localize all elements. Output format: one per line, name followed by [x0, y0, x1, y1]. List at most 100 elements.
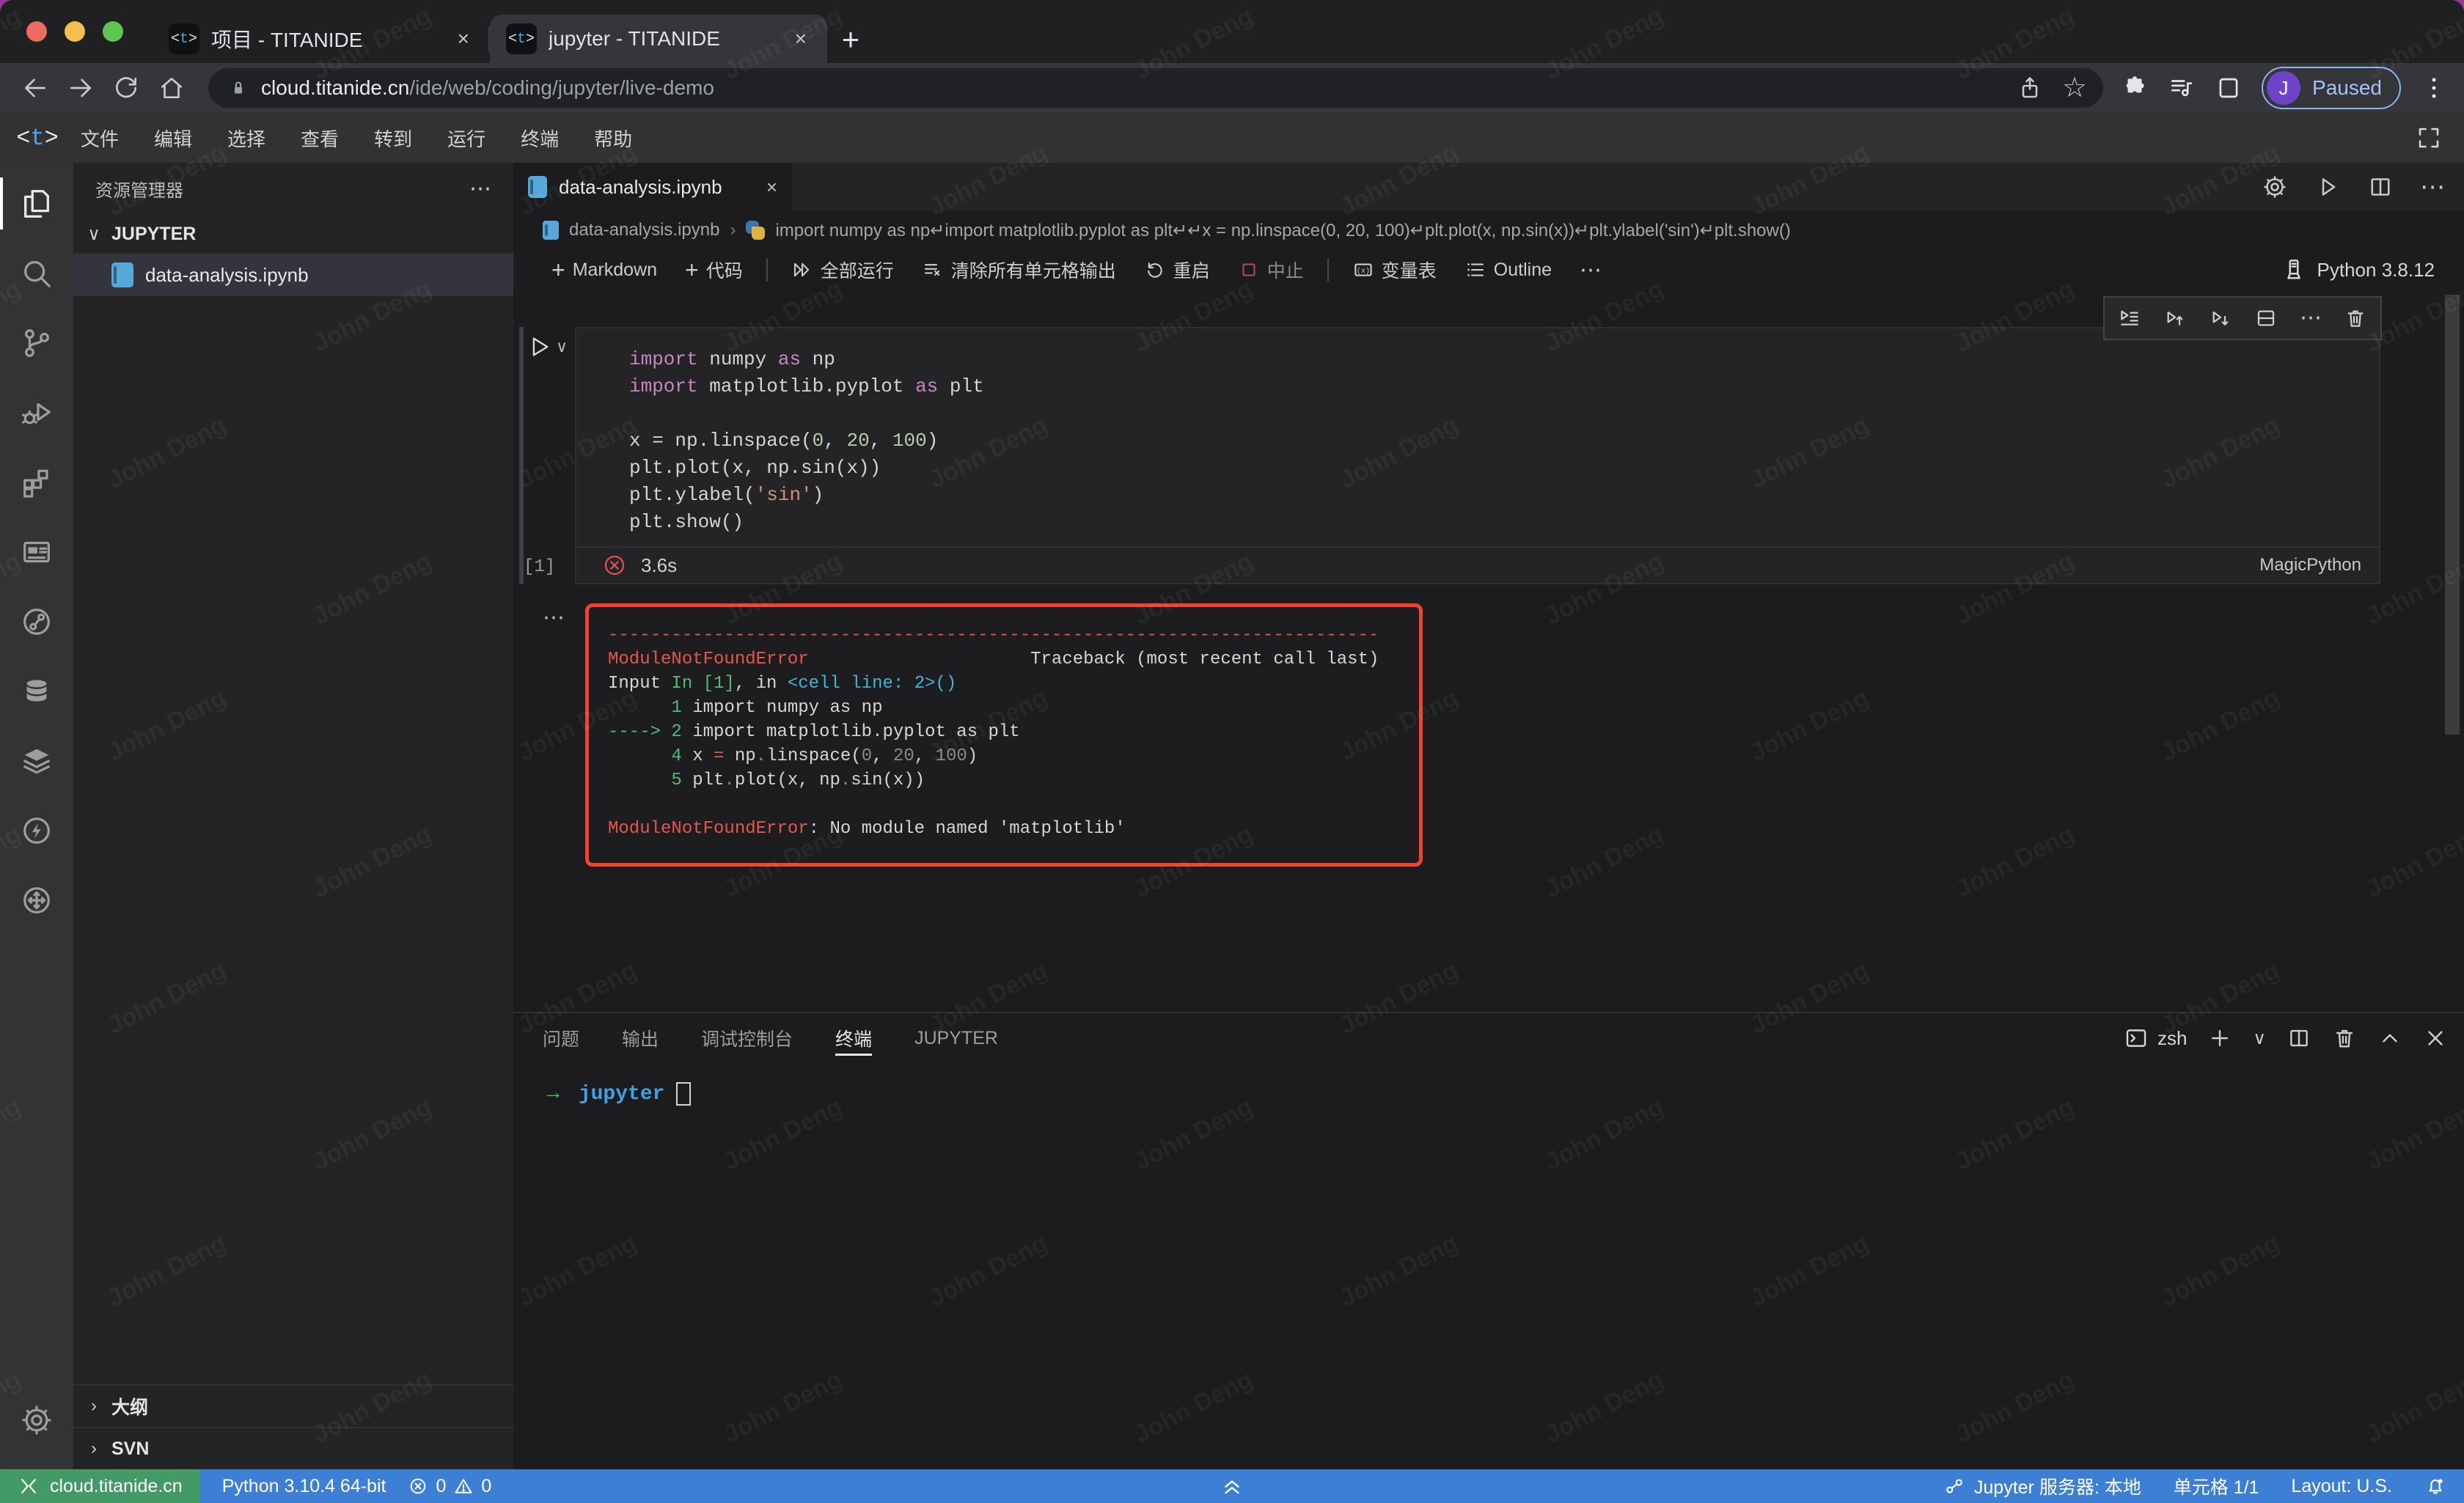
- add-code-button[interactable]: +代码: [676, 254, 752, 286]
- secure-lock-icon[interactable]: [227, 77, 249, 99]
- breadcrumb-cell-content[interactable]: import numpy as np↵import matplotlib.pyp…: [775, 220, 1790, 241]
- share-icon[interactable]: [2017, 75, 2043, 101]
- browser-tab-jupyter[interactable]: <t> jupyter - TITANIDE ×: [490, 15, 827, 63]
- delete-cell-icon[interactable]: [2344, 306, 2367, 330]
- editor-more-icon[interactable]: ⋯: [2420, 172, 2445, 202]
- clear-outputs-button[interactable]: 清除所有单元格输出: [913, 254, 1125, 286]
- side-panel-icon[interactable]: [2215, 74, 2243, 102]
- panel-tab-3[interactable]: 终端: [835, 1013, 872, 1063]
- remote-window-icon[interactable]: [0, 517, 73, 587]
- cell-more-icon[interactable]: ⋯: [2300, 306, 2322, 330]
- reload-button[interactable]: [107, 69, 145, 107]
- maximize-panel-icon[interactable]: [2377, 1026, 2402, 1051]
- panel-tab-1[interactable]: 输出: [622, 1013, 659, 1063]
- menu-item-3[interactable]: 查看: [283, 113, 356, 163]
- execute-below-icon[interactable]: [2209, 306, 2232, 330]
- sidebar-item-notebook[interactable]: data-analysis.ipynb: [73, 254, 513, 296]
- python-version-status[interactable]: Python 3.10.4 64-bit: [222, 1476, 386, 1497]
- terminal-shell-badge[interactable]: zsh: [2124, 1026, 2187, 1051]
- forward-button[interactable]: [62, 69, 100, 107]
- jupyter-server-status[interactable]: Jupyter 服务器: 本地: [1943, 1473, 2141, 1499]
- address-bar[interactable]: cloud.titanide.cn/ide/web/coding/jupyter…: [208, 68, 2103, 108]
- split-terminal-icon[interactable]: [2287, 1026, 2311, 1051]
- run-all-button[interactable]: 全部运行: [782, 254, 903, 286]
- run-debug-icon[interactable]: [0, 378, 73, 447]
- menu-item-4[interactable]: 转到: [356, 113, 430, 163]
- panel-tab-2[interactable]: 调试控制台: [701, 1013, 793, 1063]
- back-button[interactable]: [16, 69, 54, 107]
- browser-tab-project[interactable]: <t> 项目 - TITANIDE ×: [153, 15, 490, 63]
- explorer-icon[interactable]: [0, 169, 73, 238]
- close-tab-icon[interactable]: ×: [791, 27, 811, 51]
- notifications-bell-icon[interactable]: [2424, 1475, 2446, 1497]
- kernel-picker[interactable]: Python 3.8.12: [2281, 257, 2464, 283]
- menu-item-0[interactable]: 文件: [63, 113, 136, 163]
- media-controls-icon[interactable]: [2168, 74, 2196, 102]
- cell-language-label[interactable]: MagicPython: [2259, 555, 2361, 576]
- run-editor-icon[interactable]: [2314, 174, 2341, 200]
- power-icon[interactable]: [0, 795, 73, 865]
- minimize-window-button[interactable]: [65, 21, 85, 42]
- menu-item-6[interactable]: 终端: [503, 113, 576, 163]
- home-button[interactable]: [153, 69, 191, 107]
- new-terminal-icon[interactable]: [2207, 1026, 2232, 1051]
- profile-button[interactable]: J Paused: [2262, 67, 2401, 109]
- close-tab-icon[interactable]: ×: [453, 27, 474, 51]
- close-window-button[interactable]: [26, 21, 47, 42]
- cell-code[interactable]: import numpy as npimport matplotlib.pypl…: [576, 328, 2379, 546]
- sidebar-section-jupyter[interactable]: ∨ JUPYTER: [73, 214, 513, 254]
- menu-item-1[interactable]: 编辑: [136, 113, 210, 163]
- terminal-dropdown-icon[interactable]: ∨: [2253, 1028, 2266, 1049]
- new-tab-button[interactable]: +: [827, 16, 874, 63]
- menu-item-2[interactable]: 选择: [210, 113, 283, 163]
- menu-item-5[interactable]: 运行: [430, 113, 503, 163]
- variables-button[interactable]: (x)变量表: [1343, 254, 1445, 286]
- output-more-icon[interactable]: ⋯: [543, 605, 565, 631]
- extensions-icon[interactable]: [0, 447, 73, 517]
- database-icon[interactable]: [0, 656, 73, 726]
- outline-button[interactable]: Outline: [1456, 254, 1561, 286]
- close-panel-icon[interactable]: [2423, 1026, 2448, 1051]
- browser-menu-icon[interactable]: [2420, 74, 2448, 102]
- terminal-prompt-line[interactable]: → jupyter: [513, 1063, 2464, 1106]
- live-share-icon[interactable]: [0, 587, 73, 656]
- restore-panel-chevrons-icon[interactable]: [1220, 1469, 1244, 1503]
- notebook-settings-gear-icon[interactable]: [2262, 174, 2288, 200]
- run-cell-button[interactable]: ∨: [527, 334, 568, 359]
- navigation-icon[interactable]: [0, 865, 73, 935]
- layers-icon[interactable]: [0, 726, 73, 795]
- problems-status[interactable]: 0 0: [408, 1476, 491, 1497]
- split-cell-icon[interactable]: [2254, 306, 2278, 330]
- add-markdown-button[interactable]: +Markdown: [543, 254, 666, 286]
- restart-kernel-button[interactable]: 重启: [1135, 254, 1219, 286]
- execute-above-icon[interactable]: [2163, 306, 2187, 330]
- split-editor-icon[interactable]: [2367, 174, 2394, 200]
- panel-tab-0[interactable]: 问题: [543, 1013, 579, 1063]
- close-editor-icon[interactable]: ×: [766, 176, 777, 199]
- run-by-line-icon[interactable]: [2118, 306, 2141, 330]
- sidebar-section-outline[interactable]: › 大纲: [73, 1384, 513, 1427]
- settings-gear-icon[interactable]: [0, 1385, 73, 1455]
- zoom-window-button[interactable]: [103, 21, 123, 42]
- editor-tab-notebook[interactable]: data-analysis.ipynb ×: [513, 163, 792, 211]
- cell-position-status[interactable]: 单元格 1/1: [2174, 1473, 2259, 1499]
- toolbar-more-icon[interactable]: ⋯: [1571, 254, 1610, 286]
- editor-scrollbar[interactable]: [2445, 295, 2460, 735]
- extensions-puzzle-icon[interactable]: [2121, 74, 2149, 102]
- kill-terminal-icon[interactable]: [2332, 1026, 2357, 1051]
- sidebar-section-svn[interactable]: › SVN: [73, 1427, 513, 1469]
- chevron-down-icon[interactable]: ∨: [556, 337, 568, 356]
- source-control-icon[interactable]: [0, 308, 73, 378]
- interrupt-button[interactable]: 中止: [1229, 254, 1313, 286]
- remote-indicator[interactable]: cloud.titanide.cn: [0, 1469, 200, 1503]
- fullscreen-icon[interactable]: [2416, 125, 2442, 151]
- panel-tab-4[interactable]: JUPYTER: [914, 1013, 998, 1063]
- error-traceback[interactable]: ----------------------------------------…: [585, 603, 1423, 867]
- menu-item-7[interactable]: 帮助: [576, 113, 650, 163]
- search-icon[interactable]: [0, 238, 73, 308]
- bookmark-star-icon[interactable]: ☆: [2062, 74, 2087, 102]
- layout-status[interactable]: Layout: U.S.: [2291, 1476, 2392, 1497]
- sidebar-more-icon[interactable]: ⋯: [469, 176, 491, 202]
- breadcrumb[interactable]: data-analysis.ipynb › import numpy as np…: [513, 211, 2464, 249]
- breadcrumb-file[interactable]: data-analysis.ipynb: [569, 220, 719, 240]
